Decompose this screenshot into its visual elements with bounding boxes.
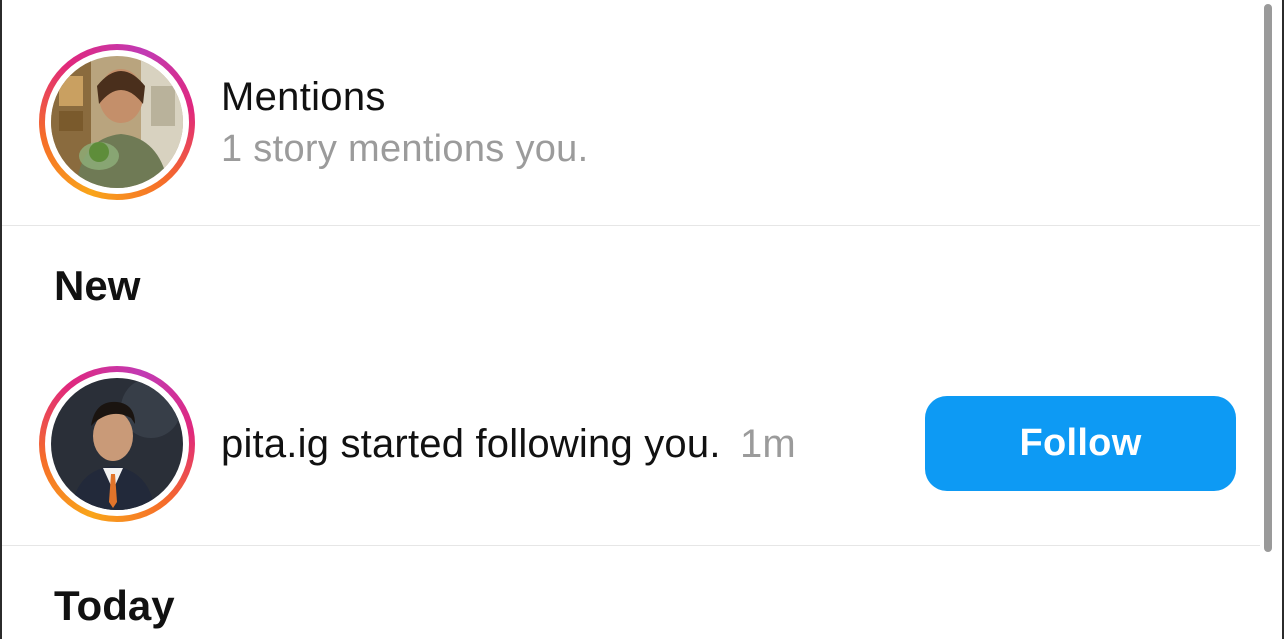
section-title-today: Today <box>54 582 175 629</box>
user-avatar <box>51 378 183 510</box>
scrollbar[interactable] <box>1264 4 1272 552</box>
notification-action: started following you. <box>340 422 721 466</box>
story-ring[interactable] <box>39 44 195 200</box>
username-link[interactable]: pita.ig <box>221 422 329 466</box>
notification-text: pita.ig started following you. 1m <box>221 422 796 467</box>
mentions-row[interactable]: Mentions 1 story mentions you. <box>2 0 1260 226</box>
story-ring[interactable] <box>39 366 195 522</box>
activity-feed: Mentions 1 story mentions you. New pita.… <box>0 0 1284 639</box>
notification-time: 1m <box>739 422 796 466</box>
mentions-title: Mentions <box>221 75 386 119</box>
section-title-new: New <box>54 262 141 309</box>
mentions-avatar <box>51 56 183 188</box>
notification-row[interactable]: pita.ig started following you. 1m Follow <box>2 350 1260 546</box>
follow-button[interactable]: Follow <box>925 396 1236 491</box>
mentions-subtitle: 1 story mentions you. <box>221 128 589 170</box>
